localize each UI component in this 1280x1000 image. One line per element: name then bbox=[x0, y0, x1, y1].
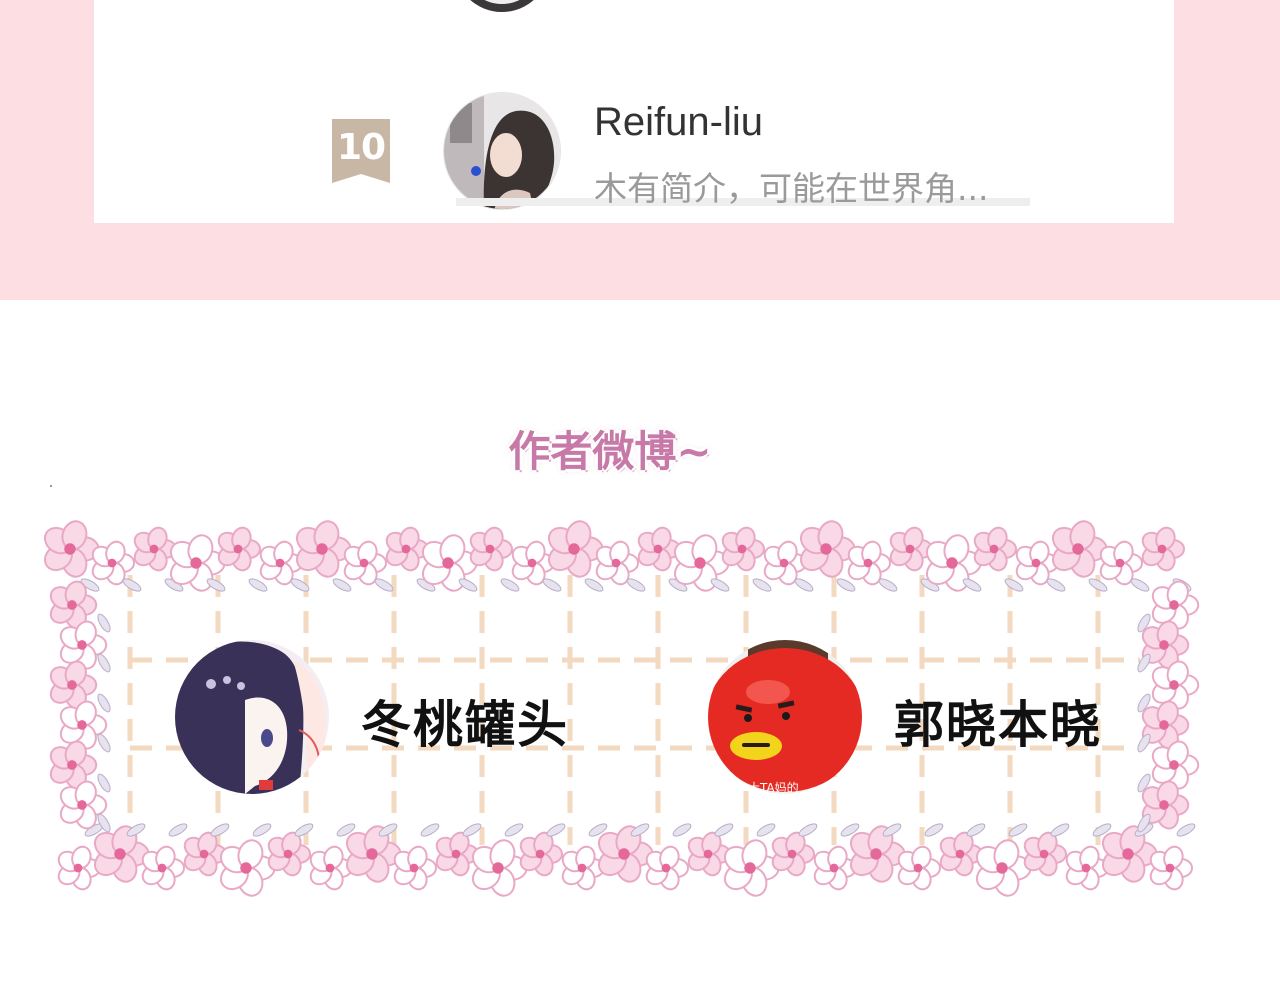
flower-ornament bbox=[435, 831, 479, 877]
author-avatar[interactable]: 大TA妈的 bbox=[708, 640, 862, 794]
flower-ornament bbox=[687, 831, 731, 877]
leaf-ornament bbox=[794, 578, 814, 592]
flower-ornament bbox=[1051, 520, 1108, 578]
red-character-avatar-image: 大TA妈的 bbox=[708, 640, 862, 794]
anime-avatar-image bbox=[175, 640, 329, 794]
leaf-ornament bbox=[1176, 823, 1196, 837]
leaf-ornament bbox=[97, 693, 111, 713]
leaf-ornament bbox=[374, 578, 394, 592]
flower-ornament bbox=[57, 845, 101, 891]
ranking-card: 10 Reifun-liu 木有简介，可能在世界角... bbox=[94, 0, 1174, 223]
flower-ornament bbox=[637, 526, 681, 572]
leaf-ornament bbox=[672, 823, 692, 837]
username[interactable]: Reifun-liu bbox=[594, 100, 763, 145]
leaf-ornament bbox=[1130, 578, 1150, 592]
flower-ornament bbox=[133, 526, 177, 572]
flower-ornament bbox=[723, 839, 780, 897]
flower-ornament bbox=[547, 520, 604, 578]
author-name[interactable]: 冬桃罐头 bbox=[361, 685, 569, 757]
section-title: 作者微博~ bbox=[508, 427, 712, 476]
rank-badge: 10 bbox=[332, 119, 390, 183]
flower-ornament bbox=[59, 780, 108, 830]
author-name[interactable]: 郭晓本晓 bbox=[894, 685, 1102, 757]
leaf-ornament bbox=[97, 733, 111, 753]
leaf-ornament bbox=[97, 613, 111, 633]
leaf-ornament bbox=[542, 578, 562, 592]
leaf-ornament bbox=[878, 578, 898, 592]
leaf-ornament bbox=[756, 823, 776, 837]
flower-ornament bbox=[219, 839, 276, 897]
flower-ornament bbox=[295, 520, 352, 578]
flower-ornament bbox=[939, 831, 983, 877]
flower-ornament bbox=[889, 526, 933, 572]
previous-entry-avatar[interactable] bbox=[454, 0, 550, 12]
flower-ornament bbox=[561, 845, 605, 891]
leaf-ornament bbox=[714, 823, 734, 837]
flower-ornament bbox=[43, 520, 100, 578]
leaf-ornament bbox=[546, 823, 566, 837]
flower-ornament bbox=[471, 839, 528, 897]
user-bio: 木有简介，可能在世界角... bbox=[594, 169, 989, 208]
leaf-ornament bbox=[924, 823, 944, 837]
leaf-ornament bbox=[504, 823, 524, 837]
leaf-ornament bbox=[462, 823, 482, 837]
leaf-ornament bbox=[420, 823, 440, 837]
leaf-ornament bbox=[1046, 578, 1066, 592]
user-avatar-image bbox=[444, 93, 560, 209]
leaf-ornament bbox=[798, 823, 818, 837]
user-avatar[interactable] bbox=[443, 92, 561, 210]
author-avatar[interactable] bbox=[175, 640, 329, 794]
flower-ornament bbox=[1065, 845, 1109, 891]
flower-ornament bbox=[813, 845, 857, 891]
flower-ornament bbox=[975, 839, 1032, 897]
flower-ornament bbox=[799, 520, 856, 578]
stray-dot bbox=[50, 485, 52, 487]
leaf-ornament bbox=[97, 653, 111, 673]
leaf-ornament bbox=[626, 578, 646, 592]
leaf-ornament bbox=[252, 823, 272, 837]
leaf-ornament bbox=[966, 823, 986, 837]
flower-ornament bbox=[1141, 526, 1185, 572]
rank-number: 10 bbox=[336, 127, 386, 168]
leaf-ornament bbox=[97, 773, 111, 793]
leaf-ornament bbox=[168, 823, 188, 837]
flower-ornament bbox=[309, 845, 353, 891]
flower-ornament bbox=[385, 526, 429, 572]
leaf-ornament bbox=[1050, 823, 1070, 837]
